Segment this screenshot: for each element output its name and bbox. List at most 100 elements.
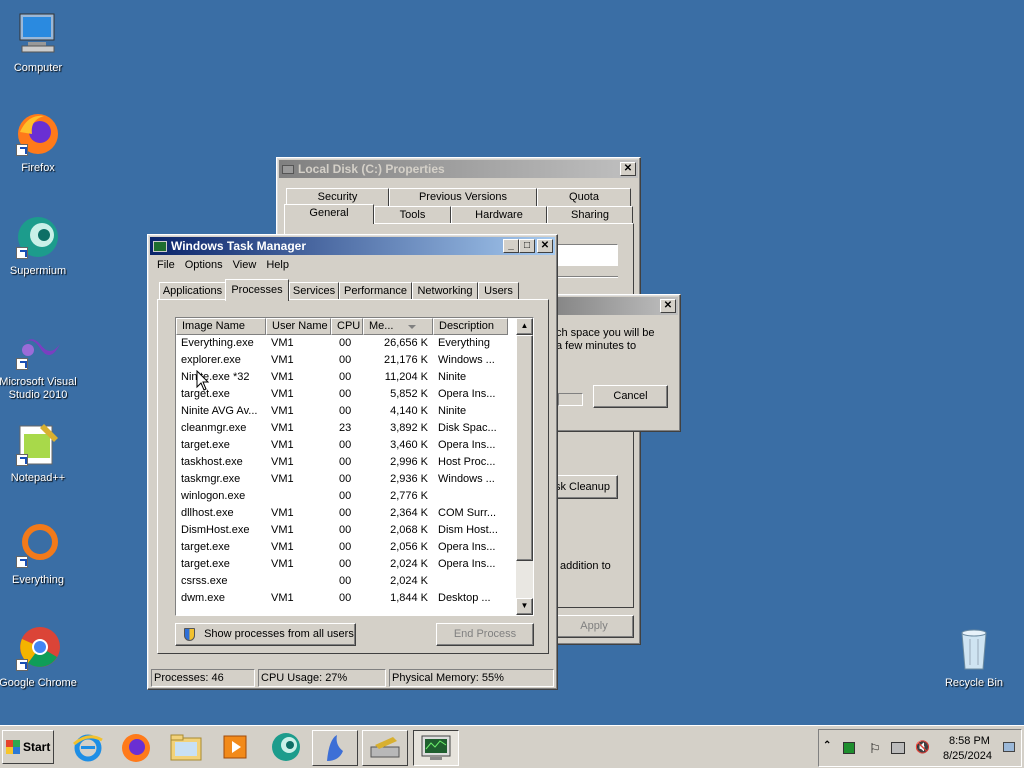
- cell-memory: 5,852 K: [390, 388, 428, 400]
- table-row[interactable]: target.exe VM1 00 2,024 K Opera Ins...: [176, 556, 516, 573]
- apply-button[interactable]: Apply: [554, 615, 634, 638]
- cell-cpu: 00: [339, 456, 352, 468]
- tab-hardware[interactable]: Hardware: [451, 206, 547, 224]
- cell-description: COM Surr...: [438, 507, 497, 519]
- cleanup-dialog-titlebar[interactable]: ✕: [543, 297, 678, 315]
- desktop-icon-chrome[interactable]: Google Chrome: [0, 625, 78, 690]
- taskbar-ie[interactable]: [70, 730, 106, 764]
- desktop-icon-supermium[interactable]: Supermium: [0, 213, 78, 278]
- scroll-down-button[interactable]: ▼: [516, 598, 533, 615]
- task-manager-titlebar[interactable]: Windows Task Manager _ □ ✕: [150, 237, 555, 255]
- cell-description: Opera Ins...: [438, 439, 496, 451]
- tab-previous-versions[interactable]: Previous Versions: [389, 188, 537, 206]
- network-status-icon[interactable]: [843, 742, 855, 754]
- desktop-icon-recycle-bin[interactable]: Recycle Bin: [934, 625, 1014, 690]
- tab-services[interactable]: Services: [289, 282, 339, 300]
- clock-date[interactable]: 8/25/2024: [943, 750, 992, 762]
- volume-name-field[interactable]: [554, 244, 618, 266]
- clock-time[interactable]: 8:58 PM: [949, 735, 990, 747]
- table-row[interactable]: taskhost.exe VM1 00 2,996 K Host Proc...: [176, 454, 516, 471]
- column-user-name[interactable]: User Name: [266, 318, 331, 335]
- menu-help[interactable]: Help: [261, 257, 294, 275]
- column-memory[interactable]: Me...: [363, 318, 433, 335]
- table-row[interactable]: Ninite AVG Av... VM1 00 4,140 K Ninite: [176, 403, 516, 420]
- table-row[interactable]: DismHost.exe VM1 00 2,068 K Dism Host...: [176, 522, 516, 539]
- table-row[interactable]: Ninite.exe *32 VM1 00 11,204 K Ninite: [176, 369, 516, 386]
- tab-processes[interactable]: Processes: [225, 279, 289, 301]
- show-desktop-icon[interactable]: [1003, 742, 1015, 752]
- taskbar-media-player[interactable]: [218, 730, 254, 764]
- tab-quota[interactable]: Quota: [537, 188, 631, 206]
- table-row[interactable]: winlogon.exe 00 2,776 K: [176, 488, 516, 505]
- desktop-icon-computer[interactable]: Computer: [0, 10, 78, 75]
- table-row[interactable]: target.exe VM1 00 5,852 K Opera Ins...: [176, 386, 516, 403]
- cell-memory: 2,024 K: [390, 558, 428, 570]
- tab-tools[interactable]: Tools: [374, 206, 451, 224]
- cell-memory: 2,364 K: [390, 507, 428, 519]
- network-icon[interactable]: [891, 742, 905, 754]
- menu-view[interactable]: View: [228, 257, 262, 275]
- close-button[interactable]: ✕: [537, 239, 553, 253]
- table-row[interactable]: csrss.exe 00 2,024 K: [176, 573, 516, 590]
- table-row[interactable]: dllhost.exe VM1 00 2,364 K COM Surr...: [176, 505, 516, 522]
- taskbar-visual-studio[interactable]: [312, 730, 358, 766]
- cell-image-name: csrss.exe: [181, 575, 228, 587]
- table-row[interactable]: dwm.exe VM1 00 1,844 K Desktop ...: [176, 590, 516, 607]
- scroll-thumb[interactable]: [516, 335, 533, 561]
- tab-applications[interactable]: Applications: [159, 282, 226, 300]
- tab-users[interactable]: Users: [478, 282, 519, 300]
- tab-performance[interactable]: Performance: [339, 282, 412, 300]
- taskbar-firefox[interactable]: [118, 730, 154, 764]
- show-hidden-icons-button[interactable]: ⌃: [823, 740, 831, 751]
- cleanup-text-line: ch space you will be: [556, 327, 655, 339]
- column-description[interactable]: Description: [433, 318, 508, 335]
- process-list[interactable]: Image Name User Name CPU Me... Descripti…: [175, 317, 534, 616]
- taskbar: Start ⌃ ⚐ 🔇 8:58 PM 8/25/2024: [0, 725, 1024, 768]
- table-row[interactable]: target.exe VM1 00 2,056 K Opera Ins...: [176, 539, 516, 556]
- maximize-button[interactable]: □: [519, 239, 535, 253]
- taskbar-disk-properties[interactable]: [362, 730, 408, 766]
- cell-memory: 2,068 K: [390, 524, 428, 536]
- taskbar-supermium[interactable]: [266, 730, 306, 764]
- table-row[interactable]: target.exe VM1 00 3,460 K Opera Ins...: [176, 437, 516, 454]
- desktop-icon-label: Microsoft Visual Studio 2010: [0, 376, 77, 401]
- menu-options[interactable]: Options: [180, 257, 228, 275]
- folder-icon: [170, 734, 202, 761]
- desktop-icon-visual-studio[interactable]: Microsoft Visual Studio 2010: [0, 324, 78, 402]
- table-row[interactable]: taskmgr.exe VM1 00 2,936 K Windows ...: [176, 471, 516, 488]
- volume-muted-icon[interactable]: 🔇: [915, 740, 930, 754]
- tab-networking[interactable]: Networking: [412, 282, 478, 300]
- table-row[interactable]: cleanmgr.exe VM1 23 3,892 K Disk Spac...: [176, 420, 516, 437]
- column-cpu[interactable]: CPU: [331, 318, 363, 335]
- properties-titlebar[interactable]: Local Disk (C:) Properties ✕: [279, 160, 638, 178]
- show-all-processes-button[interactable]: Show processes from all users: [175, 623, 356, 646]
- desktop-icon-notepadpp[interactable]: Notepad++: [0, 420, 78, 485]
- column-image-name[interactable]: Image Name: [176, 318, 266, 335]
- tab-general[interactable]: General: [284, 204, 374, 224]
- cell-user-name: VM1: [271, 524, 294, 536]
- cell-image-name: DismHost.exe: [181, 524, 250, 536]
- taskbar-task-manager[interactable]: [413, 730, 459, 766]
- cleanup-close-button[interactable]: ✕: [660, 299, 676, 313]
- desktop-icon-firefox[interactable]: Firefox: [0, 110, 78, 175]
- visual-studio-icon: [14, 324, 62, 372]
- menu-file[interactable]: File: [152, 257, 180, 275]
- minimize-button[interactable]: _: [503, 239, 519, 253]
- tab-sharing[interactable]: Sharing: [547, 206, 633, 224]
- end-process-button[interactable]: End Process: [436, 623, 534, 646]
- table-row[interactable]: explorer.exe VM1 00 21,176 K Windows ...: [176, 352, 516, 369]
- table-row[interactable]: Everything.exe VM1 00 26,656 K Everything: [176, 335, 516, 352]
- cancel-button[interactable]: Cancel: [593, 385, 668, 408]
- desktop-icon-everything[interactable]: Everything: [0, 522, 78, 587]
- scroll-up-button[interactable]: ▲: [516, 318, 533, 335]
- cell-user-name: VM1: [271, 558, 294, 570]
- properties-close-button[interactable]: ✕: [620, 162, 636, 176]
- action-center-flag-icon[interactable]: ⚐: [869, 741, 881, 757]
- firefox-icon: [14, 110, 62, 158]
- desktop-icon-label: Computer: [13, 62, 63, 74]
- process-list-scrollbar[interactable]: ▲ ▼: [516, 318, 533, 615]
- disk-cleanup-button[interactable]: sk Cleanup: [554, 475, 618, 499]
- start-button[interactable]: Start: [2, 730, 54, 764]
- shortcut-arrow-icon: [16, 144, 28, 156]
- taskbar-explorer[interactable]: [165, 730, 207, 764]
